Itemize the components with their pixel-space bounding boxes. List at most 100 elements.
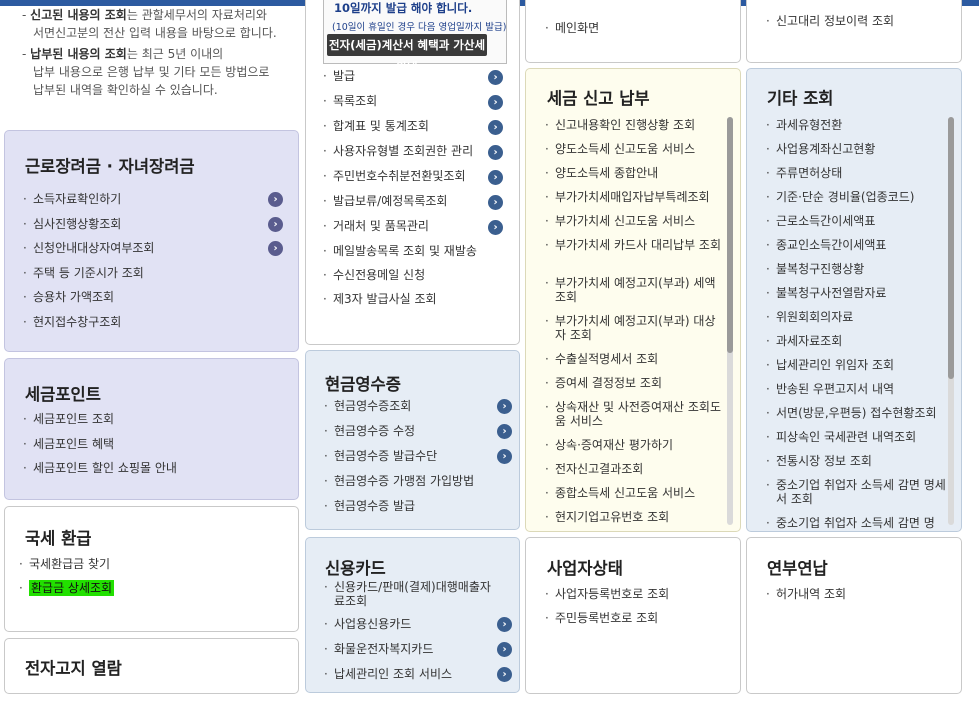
list-item[interactable]: 주민등록번호로 조회 (545, 611, 725, 635)
list-item[interactable]: 불복청구사전열람자료 (766, 286, 950, 310)
list-item[interactable]: 합계표 및 통계조회› (323, 119, 503, 144)
list-item[interactable]: 신청안내대상자여부조회› (23, 241, 283, 266)
list-item[interactable]: 발급보류/예정목록조회› (323, 194, 503, 219)
list-item[interactable]: 납세관리인 위임자 조회 (766, 358, 950, 382)
list-item[interactable]: 사업자등록번호로 조회 (545, 587, 725, 611)
list-item[interactable]: 신고내용확인 진행상황 조회 (545, 118, 723, 142)
list-item[interactable]: 환급금 상세조회 (19, 580, 279, 605)
list-item[interactable]: 현지기업고유번호 조회 (545, 510, 723, 531)
chevron-right-icon[interactable]: › (488, 145, 503, 160)
list-item[interactable]: 승용차 가액조회 (23, 290, 283, 315)
chevron-right-icon[interactable]: › (488, 120, 503, 135)
tax-filing-card: 세금 신고 납부 신고내용확인 진행상황 조회 양도소득세 신고도움 서비스 양… (525, 68, 741, 532)
chevron-right-icon[interactable]: › (497, 667, 512, 682)
chevron-right-icon[interactable]: › (268, 216, 283, 232)
list-item[interactable]: 세금포인트 혜택 (23, 437, 283, 462)
list-item[interactable]: 주택 등 기준시가 조회 (23, 266, 283, 291)
section-title: 기타 조회 (767, 89, 834, 108)
list-item[interactable]: 주류면허상태 (766, 166, 950, 190)
list-item[interactable]: 현금영수증 수정› (324, 424, 512, 449)
list-item[interactable]: 국세환급금 찾기 (19, 557, 279, 581)
section-title: 연부연납 (767, 559, 828, 578)
list-item[interactable]: 세금포인트 조회 (23, 412, 283, 437)
list-item[interactable]: 납세관리인 조회 서비스› (324, 667, 512, 692)
list-item[interactable]: 신용카드/판매(결제)대행매출자료조회 (324, 580, 512, 617)
list-item[interactable]: 종교인소득간이세액표 (766, 238, 950, 262)
scrollbar[interactable] (727, 117, 733, 525)
etax-benefit-banner[interactable]: 전자(세금)계산서 혜택과 가산세 안내 (327, 34, 487, 74)
list-item[interactable]: 소득자료확인하기› (23, 192, 283, 217)
section-title[interactable]: 전자고지 열람 (25, 655, 122, 679)
list-item[interactable]: 현금영수증 발급수단› (324, 449, 512, 474)
list-item[interactable]: 거래처 및 품목관리› (323, 219, 503, 244)
list-item[interactable]: 위원회회의자료 (766, 310, 950, 334)
list-item[interactable]: 심사진행상황조회› (23, 216, 283, 242)
list-item[interactable]: 증여세 결정정보 조회 (545, 376, 723, 400)
chevron-right-icon[interactable]: › (497, 424, 512, 439)
list-item[interactable]: 전통시장 정보 조회 (766, 454, 950, 478)
list-item[interactable]: 목록조회› (323, 94, 503, 119)
list-item[interactable]: 현지접수창구조회 (23, 315, 283, 340)
scrollbar-thumb[interactable] (948, 117, 954, 379)
chevron-right-icon[interactable]: › (488, 170, 503, 185)
list-item[interactable]: 현금영수증 가맹점 가입방법 (324, 474, 512, 499)
list-item[interactable]: 부가가치세 신고도움 서비스 (545, 214, 723, 238)
list-item[interactable]: 세금포인트 할인 쇼핑몰 안내 (23, 461, 283, 486)
list-item[interactable]: 반송된 우편고지서 내역 (766, 382, 950, 406)
list-item[interactable]: 부가가치세매입자납부특례조회 (545, 190, 723, 214)
chevron-right-icon[interactable]: › (488, 95, 503, 110)
list-item[interactable]: 수출실적명세서 조회 (545, 352, 723, 376)
list-item[interactable]: 부가가치세 예정고지(부과) 대상자 조회 (545, 314, 723, 352)
list-item[interactable]: 종합소득세 신고도움 서비스 (545, 486, 723, 510)
installment-payment-card: 연부연납 허가내역 조회 (746, 537, 962, 694)
chevron-right-icon[interactable]: › (497, 642, 512, 657)
list-item[interactable]: 주민번호수취분전환및조회› (323, 169, 503, 194)
list-item[interactable]: 불복청구진행상황 (766, 262, 950, 286)
scrollbar-thumb[interactable] (727, 117, 733, 353)
list-item[interactable]: 부가가치세 예정고지(부과) 세액조회 (545, 276, 723, 314)
list-item[interactable]: 부가가치세 카드사 대리납부 조회 (545, 238, 723, 276)
list-item[interactable]: 현금영수증 발급 (324, 499, 512, 524)
scrollbar[interactable] (948, 117, 954, 525)
list-item[interactable]: 양도소득세 종합안내 (545, 166, 723, 190)
chevron-right-icon[interactable]: › (488, 195, 503, 210)
list-item[interactable]: 메일발송목록 조회 및 재발송 (323, 244, 503, 268)
list-item[interactable]: 과세유형전환 (766, 118, 950, 142)
list-item[interactable]: 사업용계좌신고현황 (766, 142, 950, 166)
highlighted-link[interactable]: 환급금 상세조회 (29, 580, 115, 596)
list-item[interactable]: 중소기업 취업자 소득세 감면 명 (766, 516, 950, 531)
tax-point-card: 세금포인트 세금포인트 조회 세금포인트 혜택 세금포인트 할인 쇼핑몰 안내 (4, 358, 299, 500)
chevron-right-icon[interactable]: › (268, 192, 283, 207)
list-item[interactable]: 전자신고결과조회 (545, 462, 723, 486)
chevron-right-icon[interactable]: › (497, 617, 512, 632)
chevron-right-icon[interactable]: › (497, 449, 512, 464)
list-item[interactable]: 근로소득간이세액표 (766, 214, 950, 238)
agency-card: 신고대리 정보이력 조회 (746, 0, 962, 63)
section-title: 세금 신고 납부 (547, 89, 650, 108)
list-item[interactable]: 제3자 발급사실 조회 (323, 292, 503, 316)
list-item[interactable]: 중소기업 취업자 소득세 감면 명세서 조회 (766, 478, 950, 516)
list-item[interactable]: 사업용신용카드› (324, 617, 512, 642)
list-item[interactable]: 서면(방문,우편등) 접수현황조회 (766, 406, 950, 430)
chevron-right-icon[interactable]: › (488, 220, 503, 235)
list-item[interactable]: 허가내역 조회 (766, 587, 946, 611)
cash-receipt-card: 현금영수증 현금영수증조회› 현금영수증 수정› 현금영수증 발급수단› 현금영… (305, 350, 520, 530)
list-item[interactable]: 기준·단순 경비율(업종코드) (766, 190, 950, 214)
list-item[interactable]: 메인화면 (545, 21, 725, 35)
chevron-right-icon[interactable]: › (488, 70, 503, 85)
list-item[interactable]: 상속·증여재산 평가하기 (545, 438, 723, 462)
business-status-card: 사업자상태 사업자등록번호로 조회 주민등록번호로 조회 (525, 537, 741, 694)
list-item[interactable]: 현금영수증조회› (324, 399, 512, 424)
list-item[interactable]: 화물운전자복지카드› (324, 642, 512, 667)
list-item[interactable]: 과세자료조회 (766, 334, 950, 358)
chevron-right-icon[interactable]: › (497, 399, 512, 414)
list-item[interactable]: 수신전용메일 신청 (323, 268, 503, 292)
list-item[interactable]: 양도소득세 신고도움 서비스 (545, 142, 723, 166)
list-item[interactable]: 발급› (323, 69, 503, 94)
list-item[interactable]: 피상속인 국세관련 내역조회 (766, 430, 950, 454)
list-item[interactable]: 사용자유형별 조회권한 관리› (323, 144, 503, 169)
credit-card-card: 신용카드 신용카드/판매(결제)대행매출자료조회 사업용신용카드› 화물운전자복… (305, 537, 520, 693)
chevron-right-icon[interactable]: › (268, 241, 283, 256)
list-item[interactable]: 신고대리 정보이력 조회 (766, 14, 956, 28)
list-item[interactable]: 상속재산 및 사전증여재산 조회도움 서비스 (545, 400, 723, 438)
